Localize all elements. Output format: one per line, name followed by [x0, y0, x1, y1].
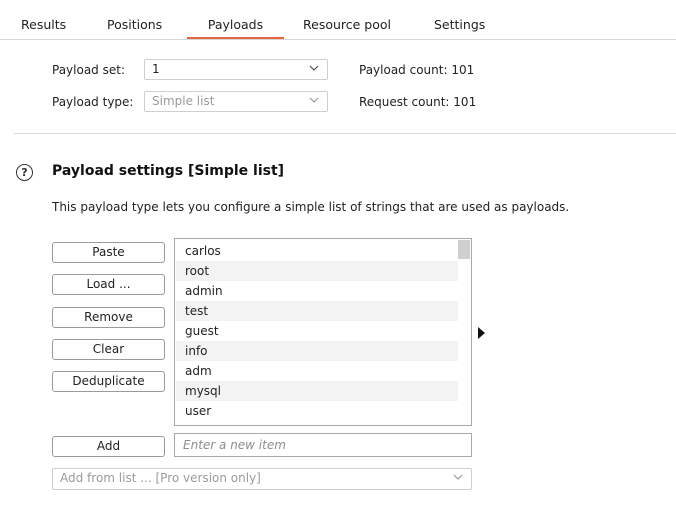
list-scrollbar[interactable] [458, 240, 470, 424]
payload-count: Payload count: 101 [359, 63, 474, 77]
payload-type-select[interactable]: Simple list [144, 91, 328, 112]
chevron-down-icon [309, 97, 319, 103]
payload-set-select[interactable]: 1 [144, 59, 328, 80]
tab-bar: Results Positions Payloads Resource pool… [0, 0, 676, 40]
section-divider [14, 133, 676, 134]
tab-results[interactable]: Results [21, 0, 66, 38]
list-item[interactable]: mysql [176, 381, 458, 401]
play-arrow-icon [478, 327, 485, 339]
payload-type-value: Simple list [152, 94, 215, 108]
list-item[interactable]: guest [176, 321, 458, 341]
payload-count-value: 101 [451, 63, 475, 77]
payload-settings-title: Payload settings [Simple list] [52, 163, 285, 179]
add-button[interactable]: Add [52, 436, 165, 457]
request-count-label: Request count: [359, 95, 450, 109]
paste-button[interactable]: Paste [52, 242, 165, 263]
help-circle-icon[interactable]: ? [16, 164, 33, 181]
tab-payloads[interactable]: Payloads [187, 0, 284, 39]
request-count-value: 101 [453, 95, 477, 109]
tab-positions[interactable]: Positions [107, 0, 162, 38]
chevron-down-icon [453, 474, 463, 480]
payload-set-value: 1 [152, 62, 160, 76]
clear-button[interactable]: Clear [52, 339, 165, 360]
add-from-list-select[interactable]: Add from list ... [Pro version only] [52, 468, 472, 490]
new-item-input[interactable] [183, 435, 463, 455]
payload-settings-description: This payload type lets you configure a s… [52, 200, 570, 214]
list-item[interactable]: admin [176, 281, 458, 301]
list-item[interactable]: user [176, 401, 458, 421]
scrollbar-thumb[interactable] [458, 240, 470, 259]
new-item-field[interactable] [174, 433, 472, 457]
payload-list[interactable]: carlos root admin test guest info adm my… [174, 238, 472, 426]
tab-settings[interactable]: Settings [434, 0, 485, 38]
list-item[interactable]: root [176, 261, 458, 281]
payload-count-label: Payload count: [359, 63, 448, 77]
list-item[interactable]: test [176, 301, 458, 321]
payload-type-label: Payload type: [52, 95, 134, 109]
list-item[interactable]: carlos [176, 241, 458, 261]
remove-button[interactable]: Remove [52, 307, 165, 328]
load-button[interactable]: Load ... [52, 274, 165, 295]
list-item[interactable]: adm [176, 361, 458, 381]
add-from-list-value: Add from list ... [Pro version only] [60, 471, 261, 485]
deduplicate-button[interactable]: Deduplicate [52, 371, 165, 392]
request-count: Request count: 101 [359, 95, 476, 109]
tab-resource-pool[interactable]: Resource pool [303, 0, 391, 38]
chevron-down-icon [309, 65, 319, 71]
list-item[interactable]: info [176, 341, 458, 361]
payload-set-label: Payload set: [52, 63, 125, 77]
